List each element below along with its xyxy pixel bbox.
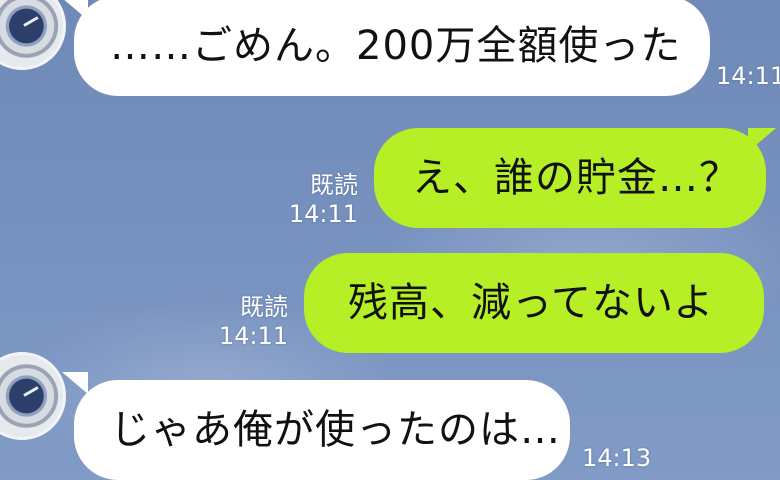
read-receipt: 既読 14:11 <box>216 287 288 350</box>
message-bubble-sent[interactable]: 残高、減ってないよ <box>304 253 764 353</box>
bubble-tail <box>748 128 776 152</box>
message-text: じゃあ俺が使ったのは… <box>110 407 561 453</box>
read-label: 既読 <box>310 171 358 199</box>
avatar[interactable] <box>0 352 66 440</box>
message-time: 14:11 <box>218 322 288 350</box>
message-time: 14:11 <box>716 62 780 90</box>
message-text: ……ごめん。200万全額使った <box>110 23 682 69</box>
read-label: 既読 <box>240 293 288 321</box>
message-text: え、誰の貯金…？ <box>412 155 740 201</box>
message-time: 14:11 <box>288 200 358 228</box>
message-time: 14:13 <box>582 444 652 472</box>
message-bubble-sent[interactable]: え、誰の貯金…？ <box>374 128 766 228</box>
read-receipt: 既読 14:11 <box>286 165 358 228</box>
message-bubble-received[interactable]: ……ごめん。200万全額使った <box>74 0 710 96</box>
message-text: 残高、減ってないよ <box>348 280 715 326</box>
bubble-tail <box>62 372 88 394</box>
avatar[interactable] <box>0 0 66 70</box>
message-bubble-received[interactable]: じゃあ俺が使ったのは… <box>74 380 570 480</box>
